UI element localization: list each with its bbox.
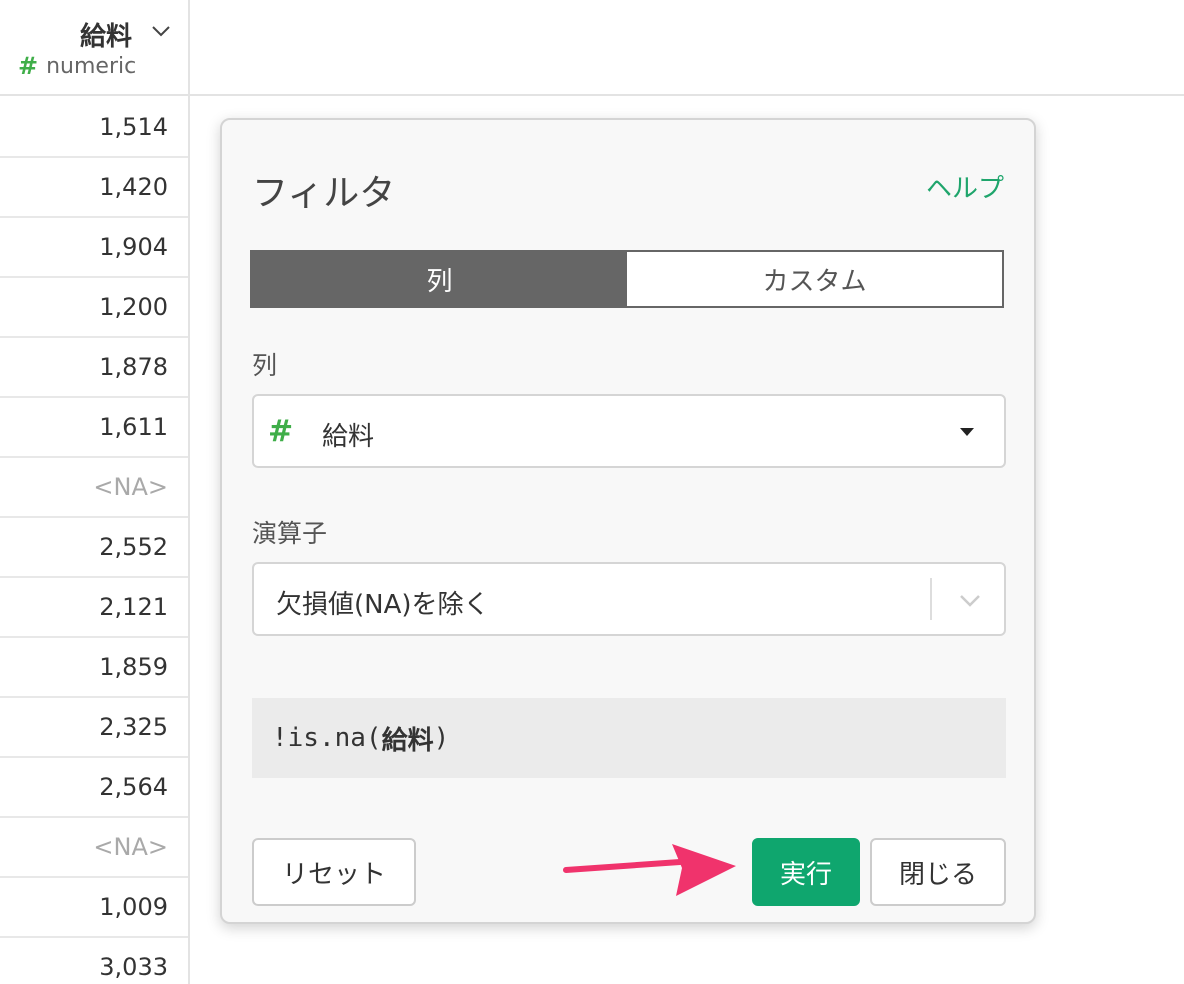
header-divider: [188, 94, 1184, 96]
column-select[interactable]: # 給料: [252, 394, 1006, 468]
tab-custom[interactable]: カスタム: [627, 252, 1002, 306]
table-row[interactable]: <NA>: [0, 458, 188, 518]
table-row[interactable]: 1,904: [0, 218, 188, 278]
dialog-title: フィルタ: [252, 173, 396, 214]
table-row[interactable]: 1,200: [0, 278, 188, 338]
numeric-type-icon: #: [18, 52, 39, 80]
page: 給料 # numeric 1,514 1,420 1,904 1,200 1,878 1,…: [0, 0, 1184, 984]
table-row[interactable]: 1,859: [0, 638, 188, 698]
table-row[interactable]: <NA>: [0, 818, 188, 878]
select-divider: [930, 578, 932, 620]
expression-column: 給料: [381, 725, 434, 756]
help-link[interactable]: ヘルプ: [926, 168, 1004, 205]
table-row[interactable]: 2,121: [0, 578, 188, 638]
operator-select-value: 欠損値(NA)を除く: [276, 590, 490, 620]
filter-dialog: フィルタ ヘルプ 列 カスタム 列 # 給料 演算子 欠損値(NA)を除く !i…: [220, 118, 1036, 924]
filter-mode-tabs: 列 カスタム: [250, 250, 1004, 308]
reset-button[interactable]: リセット: [252, 838, 416, 906]
column-type: # numeric: [18, 52, 136, 80]
table-row[interactable]: 2,552: [0, 518, 188, 578]
column-header[interactable]: 給料 # numeric: [0, 0, 188, 96]
table-row[interactable]: 2,564: [0, 758, 188, 818]
table-row[interactable]: 1,009: [0, 878, 188, 938]
tab-column[interactable]: 列: [252, 252, 627, 306]
column-rows: 1,514 1,420 1,904 1,200 1,878 1,611 <NA> 2,552 2…: [0, 98, 188, 984]
annotation-arrow-icon: [563, 844, 736, 896]
run-button[interactable]: 実行: [752, 838, 860, 906]
chevron-down-icon[interactable]: [958, 588, 982, 612]
expression-prefix: !is.na(: [272, 723, 382, 753]
column-field-label: 列: [252, 351, 278, 380]
numeric-type-icon: #: [268, 414, 294, 449]
data-column: 給料 # numeric 1,514 1,420 1,904 1,200 1,878 1,…: [0, 0, 190, 984]
column-select-value: 給料: [322, 422, 375, 452]
operator-select[interactable]: 欠損値(NA)を除く: [252, 562, 1006, 636]
table-row[interactable]: 1,878: [0, 338, 188, 398]
table-row[interactable]: 3,033: [0, 938, 188, 984]
caret-down-icon: [960, 428, 974, 436]
table-row[interactable]: 1,611: [0, 398, 188, 458]
table-row[interactable]: 1,420: [0, 158, 188, 218]
chevron-down-icon[interactable]: [150, 20, 172, 42]
close-button[interactable]: 閉じる: [870, 838, 1006, 906]
operator-field-label: 演算子: [252, 519, 328, 548]
column-name: 給料: [79, 22, 132, 52]
table-row[interactable]: 2,325: [0, 698, 188, 758]
filter-expression-preview: !is.na(給料): [252, 698, 1006, 778]
column-type-label: numeric: [46, 53, 137, 79]
table-row[interactable]: 1,514: [0, 98, 188, 158]
expression-suffix: ): [433, 723, 450, 753]
